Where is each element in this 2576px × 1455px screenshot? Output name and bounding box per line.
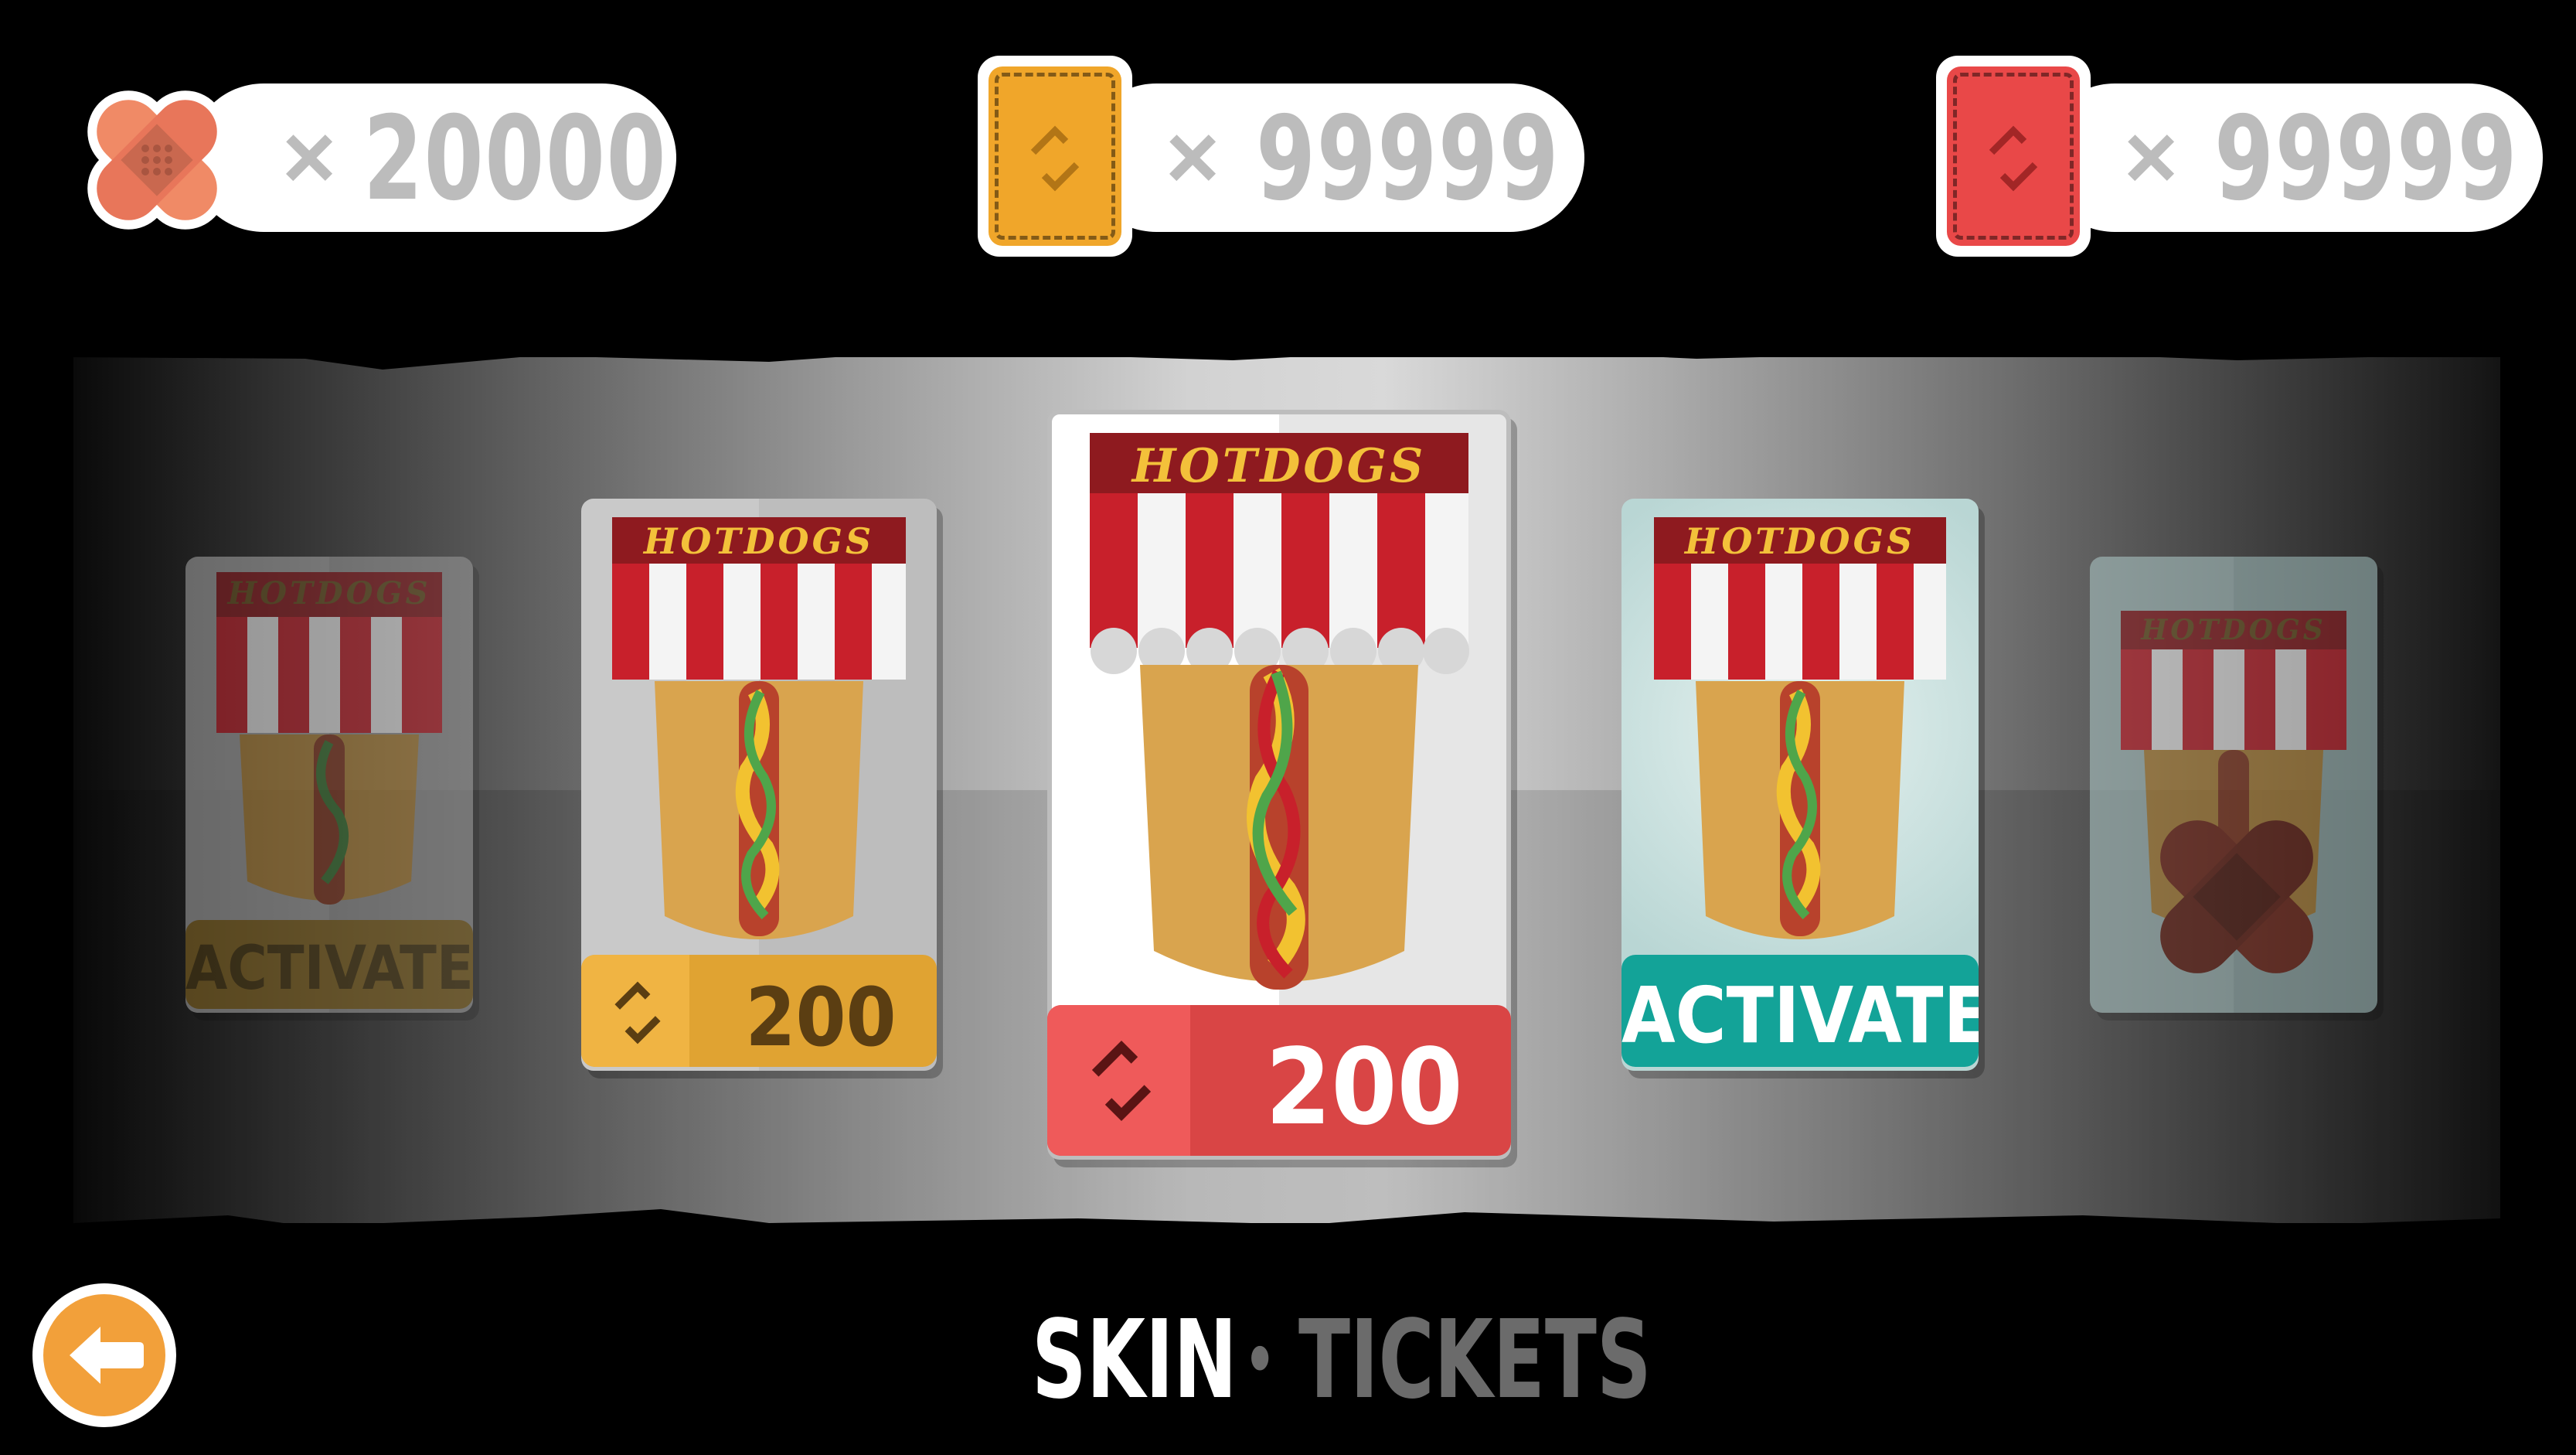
skin-card-locked[interactable]: HOTDOGS xyxy=(2090,557,2377,1013)
buy-button[interactable]: 200 xyxy=(1047,1005,1511,1156)
activate-label: ACTIVATE xyxy=(1621,970,1979,1061)
stand-title: HOTDOGS xyxy=(643,520,875,562)
times-sign: × xyxy=(1165,105,1220,209)
stand-title: HOTDOGS xyxy=(227,575,431,612)
buy-button[interactable]: 200 xyxy=(581,955,937,1067)
ticket-arrow-icon xyxy=(614,981,661,1044)
price-label: 200 xyxy=(745,970,897,1065)
torn-edge-top xyxy=(73,340,2500,370)
stand-title: HOTDOGS xyxy=(1684,520,1916,562)
red-ticket-icon xyxy=(1936,56,2091,257)
ticket-arrow-icon xyxy=(1091,1040,1152,1122)
skin-card[interactable]: HOTDOGS 200 xyxy=(581,499,937,1071)
bandage-count: 20000 xyxy=(363,92,668,227)
activate-button[interactable]: ACTIVATE xyxy=(1621,955,1979,1067)
stand-title: HOTDOGS xyxy=(2141,614,2326,646)
hotdog-stand-icon xyxy=(1654,517,1946,939)
torn-edge-bottom xyxy=(73,1209,2500,1237)
back-button[interactable] xyxy=(32,1283,176,1427)
skin-card[interactable]: HOTDOGS ACTIVATE xyxy=(185,557,473,1013)
times-sign: × xyxy=(282,105,337,209)
hotdog-stand-icon xyxy=(612,517,906,939)
red-ticket-count: 99999 xyxy=(2214,92,2519,227)
arrow-left-icon xyxy=(70,1327,144,1384)
tab-tickets[interactable]: TICKETS xyxy=(1298,1307,1652,1415)
activate-button[interactable]: ACTIVATE xyxy=(185,920,473,1009)
bandage-icon xyxy=(2160,820,2313,973)
skin-card-selected[interactable]: HOTDOGS 200 xyxy=(1047,410,1511,1160)
tab-skin[interactable]: SKIN xyxy=(1032,1307,1237,1415)
price-label: 200 xyxy=(1265,1027,1463,1149)
bandage-icon xyxy=(87,90,226,230)
skin-card[interactable]: HOTDOGS ACTIVATE xyxy=(1621,499,1979,1071)
red-ticket-counter: × 99999 xyxy=(2040,83,2543,232)
hotdog-stand-icon xyxy=(1090,433,1469,990)
gold-ticket-count: 99999 xyxy=(1256,92,1560,227)
gold-ticket-icon xyxy=(978,56,1132,257)
gold-ticket-counter: × 99999 xyxy=(1082,83,1584,232)
tab-separator: • xyxy=(1244,1320,1276,1401)
times-sign: × xyxy=(2124,105,2179,209)
stand-title: HOTDOGS xyxy=(1131,439,1427,493)
activate-label: ACTIVATE xyxy=(185,934,473,1004)
